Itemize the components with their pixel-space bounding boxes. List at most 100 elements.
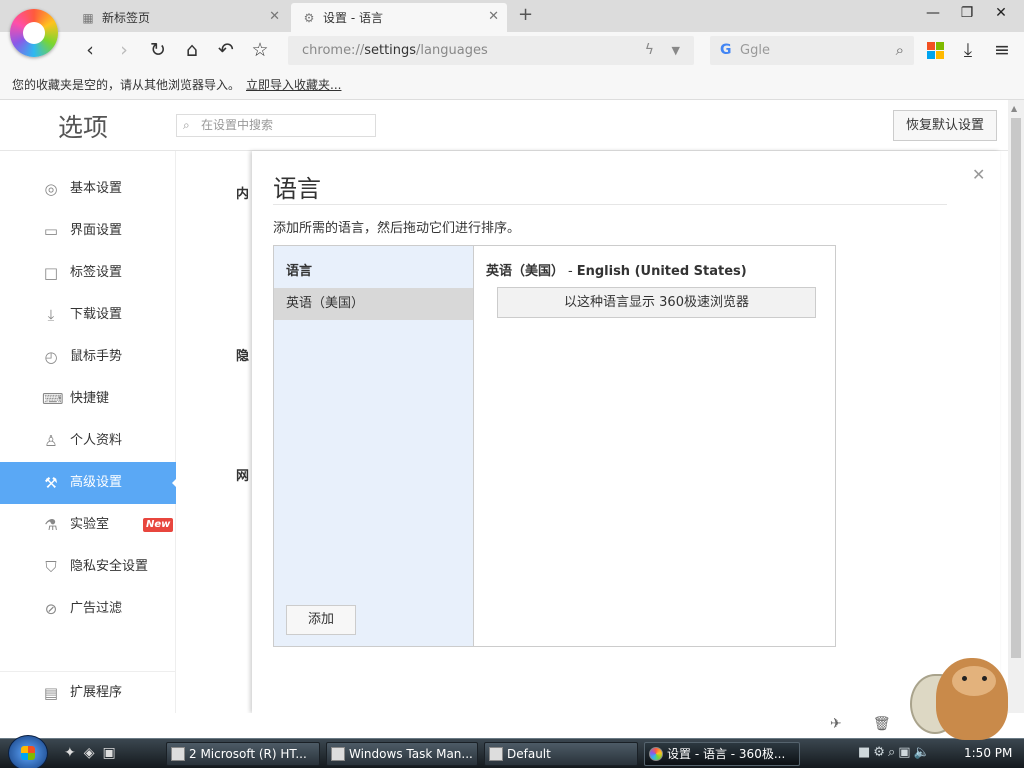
new-badge: New [143, 518, 174, 532]
page-title: 选项 [58, 113, 109, 142]
scrollbar-thumb[interactable] [1011, 118, 1021, 658]
settings-sidebar: ◎ 基本设置 ▭ 界面设置 □ 标签设置 ⤓ 下载设置 ◴ 鼠标手势 ⌨ 快捷键… [0, 151, 177, 713]
language-list-header: 语言 [286, 264, 313, 279]
sidebar-item-advanced[interactable]: ⚒ 高级设置 [0, 462, 177, 504]
sidebar-item-label: 基本设置 [70, 181, 123, 196]
scroll-up-icon[interactable]: ▲ [1011, 104, 1017, 113]
apps-icon[interactable] [927, 42, 944, 59]
language-list: 语言 英语（美国） 添加 [274, 246, 474, 646]
sidebar-item-lab[interactable]: ⚗ 实验室 New [0, 504, 176, 546]
language-panel: 语言 英语（美国） 添加 英语（美国） - English (United Stat… [273, 245, 836, 647]
display-in-language-button[interactable]: 以这种语言显示 360极速浏览器 [497, 287, 816, 318]
folder-icon [489, 747, 503, 761]
flask-icon: ⚗ [44, 516, 58, 534]
sidebar-item-profile[interactable]: ♙ 个人资料 [0, 420, 176, 462]
page-scrollbar[interactable]: ▲ [1008, 100, 1024, 713]
window-icon: ▭ [43, 222, 59, 240]
minimize-button[interactable]: — [922, 5, 944, 25]
forward-icon[interactable]: › [112, 38, 136, 62]
chevron-down-icon[interactable]: ▼ [672, 36, 680, 65]
new-tab-button[interactable]: + [518, 4, 533, 25]
address-bar[interactable]: chrome://settings/languages ϟ ▼ [288, 36, 694, 65]
taskbar-item-active[interactable]: 设置 - 语言 - 360极... [644, 742, 800, 766]
flash-icon[interactable]: ϟ [645, 36, 654, 65]
sidebar-item-label: 鼠标手势 [70, 349, 123, 364]
settings-search-input[interactable]: ⌕ 在设置中搜索 [176, 114, 376, 137]
sidebar-item-extensions[interactable]: ▤ 扩展程序 [0, 672, 176, 713]
sidebar-item-ad-filter[interactable]: ⊘ 广告过滤 [0, 588, 176, 630]
reload-icon[interactable]: ↻ [146, 38, 170, 62]
sidebar-item-label: 扩展程序 [70, 685, 123, 700]
quick-launch-icon[interactable]: ◈ [84, 745, 103, 761]
search-box[interactable]: G Ggle ⌕ [710, 36, 914, 65]
sidebar-item-basic[interactable]: ◎ 基本设置 [0, 168, 176, 210]
browser-logo-icon[interactable] [10, 9, 58, 57]
taskbar-item-label: Windows Task Man... [349, 747, 473, 761]
add-language-button[interactable]: 添加 [286, 605, 356, 635]
quick-launch-icon[interactable]: ✦ [64, 745, 84, 761]
restore-defaults-button[interactable]: 恢复默认设置 [893, 110, 997, 141]
section-heading-privacy: 隐 [236, 349, 250, 364]
sidebar-item-privacy[interactable]: ⛉ 隐私安全设置 [0, 546, 176, 588]
undo-icon[interactable]: ↶ [214, 38, 238, 62]
extension-icon: ▤ [43, 684, 59, 702]
taskbar-item[interactable]: 2 Microsoft (R) HT... [166, 742, 320, 766]
tray-search-icon[interactable]: ⌕ [888, 745, 898, 760]
sidebar-item-label: 实验室 [70, 517, 110, 532]
google-icon: G [720, 42, 732, 58]
sidebar-item-label: 下载设置 [70, 307, 123, 322]
sidebar-item-label: 隐私安全设置 [70, 559, 149, 574]
mascot-face [952, 666, 996, 696]
search-icon[interactable]: ⌕ [896, 36, 904, 65]
address-scheme: chrome:// [302, 43, 365, 58]
close-icon[interactable]: ✕ [972, 165, 985, 184]
trash-icon[interactable]: 🗑 [873, 716, 891, 732]
sidebar-item-label: 标签设置 [70, 265, 123, 280]
quick-launch: ✦◈▣ [64, 745, 124, 761]
show-desktop-icon[interactable]: ▣ [103, 745, 124, 761]
block-icon: ⊘ [44, 600, 58, 618]
taskbar-item[interactable]: Default [484, 742, 638, 766]
close-window-button[interactable]: ✕ [990, 5, 1012, 25]
rocket-icon[interactable]: ✈ [830, 716, 842, 732]
clock[interactable]: 1:50 PM [964, 746, 1012, 760]
windows-taskbar: ✦◈▣ 2 Microsoft (R) HT... Windows Task M… [0, 735, 1024, 768]
sidebar-item-interface[interactable]: ▭ 界面设置 [0, 210, 176, 252]
volume-icon[interactable]: 🔈 [914, 745, 933, 760]
sidebar-item-label: 广告过滤 [70, 601, 123, 616]
download-icon: ⤓ [47, 306, 55, 324]
star-icon[interactable]: ☆ [248, 38, 272, 62]
back-icon[interactable]: ‹ [78, 38, 102, 62]
settings-page: 选项 ⌕ 在设置中搜索 恢复默认设置 ◎ 基本设置 ▭ 界面设置 □ 标签设置 … [0, 100, 1024, 713]
sidebar-item-downloads[interactable]: ⤓ 下载设置 [0, 294, 176, 336]
network-icon[interactable]: ▣ [898, 745, 913, 760]
sidebar-item-mouse-gestures[interactable]: ◴ 鼠标手势 [0, 336, 176, 378]
dialog-divider [273, 204, 947, 205]
restore-window-button[interactable]: ❐ [956, 5, 978, 25]
tab-strip: ▦ 新标签页 ✕ ⚙ 设置 - 语言 ✕ + — ❐ ✕ [0, 0, 1024, 32]
newtab-grid-icon: ▦ [82, 10, 94, 25]
sidebar-item-shortcuts[interactable]: ⌨ 快捷键 [0, 378, 176, 420]
hamster-mascot-image [908, 656, 1018, 740]
start-button[interactable] [8, 735, 48, 768]
shield-icon: ⛉ [45, 558, 57, 576]
import-bookmarks-link[interactable]: 立即导入收藏夹... [246, 78, 341, 92]
tray-app-icon[interactable]: ■ [858, 745, 873, 760]
person-icon: ♙ [44, 432, 58, 450]
close-icon[interactable]: ✕ [488, 9, 499, 24]
address-host: settings [364, 43, 417, 58]
tray-app-icon[interactable]: ⚙ [873, 745, 888, 760]
taskbar-item-label: Default [507, 747, 551, 761]
home-icon[interactable]: ⌂ [180, 38, 204, 62]
tab-new-tab[interactable]: ▦ 新标签页 ✕ [70, 3, 288, 32]
close-icon[interactable]: ✕ [269, 9, 280, 24]
sidebar-item-label: 高级设置 [70, 475, 123, 490]
menu-icon[interactable]: ≡ [990, 38, 1014, 62]
sidebar-item-tabs[interactable]: □ 标签设置 [0, 252, 176, 294]
download-icon[interactable]: ⤓ [956, 38, 980, 62]
language-list-item[interactable]: 英语（美国） [274, 288, 473, 320]
tab-title: 设置 - 语言 [323, 11, 383, 25]
taskbar-item[interactable]: Windows Task Man... [326, 742, 478, 766]
tab-settings-language[interactable]: ⚙ 设置 - 语言 ✕ [291, 3, 507, 32]
bookmark-bar-message: 您的收藏夹是空的，请从其他浏览器导入。 [12, 78, 241, 92]
